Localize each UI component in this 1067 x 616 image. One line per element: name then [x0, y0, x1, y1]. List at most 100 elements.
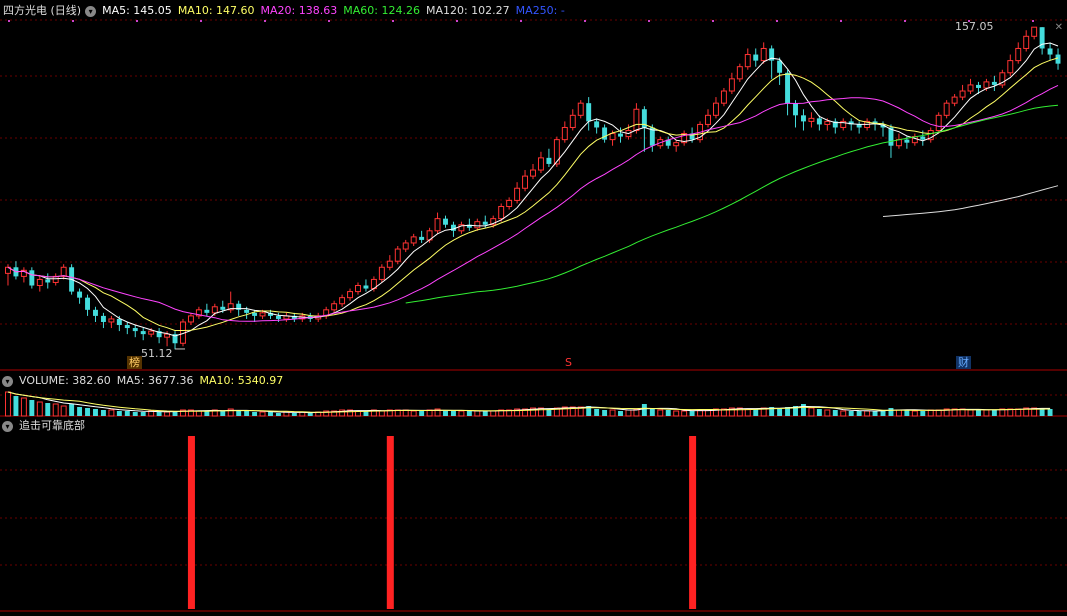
ma20-line	[7, 84, 1059, 322]
high-price-label: 157.05	[955, 20, 994, 33]
range-dot	[200, 20, 202, 22]
candle-body	[983, 81, 990, 89]
ma120-line	[882, 185, 1059, 217]
volume-bar	[156, 412, 162, 416]
volume-bar	[20, 397, 27, 417]
candle-body	[220, 306, 226, 310]
collapse-icon[interactable]: ▾	[85, 5, 97, 17]
candle-body	[959, 90, 966, 98]
candle-body	[522, 175, 529, 189]
candle-body	[275, 315, 281, 319]
candle-body	[951, 96, 958, 104]
candle-body	[904, 139, 910, 143]
volume-bar	[419, 411, 425, 416]
candle-body	[132, 328, 138, 332]
collapse-icon[interactable]: ▾	[2, 375, 13, 387]
candle-body	[609, 133, 616, 141]
indicator-panel-header: ▾ 追击可靠底部	[0, 418, 91, 434]
kline-chart-window[interactable]: 四方光电 (日线) ▾ MA5: 145.05 MA10: 147.60 MA20: 1…	[0, 0, 1067, 613]
ma60-label: MA60: 124.26	[343, 4, 420, 17]
range-dot	[648, 20, 650, 22]
ranking-marker[interactable]: 榜	[127, 356, 142, 369]
candle-body	[793, 103, 798, 116]
volume-ma5-label: MA5: 3677.36	[116, 374, 194, 387]
candle-body	[569, 114, 576, 128]
candle-body	[816, 118, 822, 125]
volume-bar	[69, 404, 75, 416]
candle-body	[410, 236, 417, 244]
range-dot	[776, 20, 778, 22]
volume-bar	[777, 408, 783, 416]
candle-body	[443, 218, 448, 225]
signal-bar	[187, 436, 195, 609]
volume-panel-header: ▾ VOLUME: 382.60 MA5: 3677.36 MA10: 5340.97	[0, 373, 289, 389]
volume-bar	[275, 413, 281, 416]
candle-body	[187, 315, 194, 323]
volume-bar	[832, 410, 838, 416]
volume-bar	[967, 409, 974, 417]
volume-bar	[904, 410, 910, 416]
candle-body	[148, 330, 155, 335]
ma120-label: MA120: 102.27	[425, 4, 510, 17]
candle-body	[744, 54, 751, 68]
collapse-icon[interactable]: ▾	[2, 420, 13, 432]
range-dot	[456, 20, 458, 22]
candle-body	[402, 242, 409, 250]
candle-body	[355, 285, 361, 293]
main-panel-header: 四方光电 (日线) ▾ MA5: 145.05 MA10: 147.60 MA20: 1…	[0, 3, 571, 19]
drag-handle-icon[interactable]: ✕	[1055, 20, 1063, 36]
volume-bar	[594, 409, 600, 416]
kline-chart-canvas[interactable]	[0, 0, 1067, 613]
ma5-line	[7, 42, 1059, 337]
candle-body	[140, 331, 146, 335]
candle-body	[378, 266, 385, 280]
candle-body	[943, 102, 950, 116]
ma60-line	[405, 104, 1059, 304]
candle-body	[93, 309, 98, 316]
candle-body	[1023, 35, 1030, 49]
candle-body	[482, 221, 488, 225]
volume-bar	[824, 409, 831, 417]
candle-body	[777, 60, 783, 73]
volume-bar	[490, 410, 497, 417]
range-dot	[72, 20, 74, 22]
candle-body	[259, 312, 266, 317]
candle-body	[100, 315, 106, 322]
volume-bar	[689, 411, 695, 416]
candle-body	[506, 199, 513, 207]
volume-bar	[116, 411, 122, 416]
candle-body	[29, 270, 35, 286]
volume-bar	[60, 405, 67, 417]
candle-body	[760, 47, 767, 62]
candle-body	[124, 325, 130, 329]
candle-body	[594, 121, 600, 128]
finance-marker[interactable]: 财	[956, 356, 971, 369]
volume-bar	[466, 411, 472, 416]
candle-body	[976, 84, 981, 88]
candle-body	[164, 333, 171, 338]
candle-body	[36, 278, 43, 287]
ma20-label: MA20: 138.63	[260, 4, 338, 17]
range-dot	[328, 20, 330, 22]
candle-body	[514, 187, 521, 201]
candle-body	[108, 318, 115, 323]
volume-bar	[618, 411, 623, 416]
volume-label: VOLUME: 382.60	[19, 374, 111, 387]
candle-body	[561, 126, 568, 141]
sell-signal-marker[interactable]: S	[563, 356, 574, 369]
range-dot	[8, 20, 10, 22]
volume-bar	[108, 409, 115, 417]
candle-body	[736, 66, 743, 80]
volume-bar	[132, 412, 138, 416]
volume-bar	[864, 410, 871, 417]
range-dot	[264, 20, 266, 22]
volume-bar	[450, 411, 456, 416]
volume-bar	[1015, 408, 1022, 417]
volume-bar	[244, 411, 250, 416]
candle-body	[553, 139, 560, 165]
candle-body	[339, 297, 346, 305]
volume-ma10-label: MA10: 5340.97	[199, 374, 284, 387]
volume-bar	[625, 409, 632, 417]
volume-bar	[77, 407, 83, 416]
volume-bar	[85, 408, 90, 416]
